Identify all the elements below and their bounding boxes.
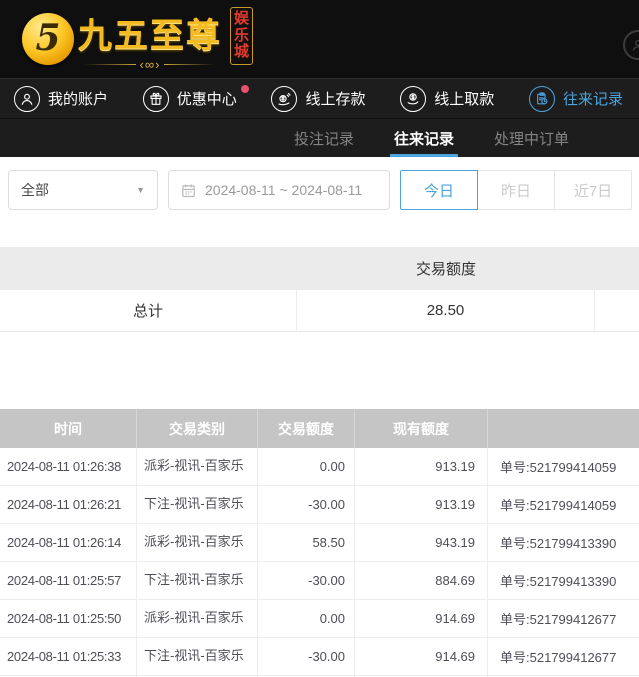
user-icon [14, 86, 40, 112]
col-header-type: 交易类别 [137, 409, 258, 448]
notification-dot-icon [241, 85, 249, 93]
main-nav: 我的账户 优惠中心 线上存款 线上取款 往来记录 [0, 78, 639, 118]
cell-amount: -30.00 [258, 562, 355, 599]
cell-type: 下注-视讯-百家乐 [137, 486, 258, 523]
cell-order: 单号:521799412677 [488, 638, 639, 675]
cell-amount: -30.00 [258, 486, 355, 523]
summary-amount-header: 交易额度 [297, 258, 595, 279]
table-row: 2024-08-11 01:26:21 下注-视讯-百家乐 -30.00 913… [0, 486, 639, 524]
nav-item-withdraw[interactable]: 线上取款 [400, 86, 494, 112]
cell-balance: 913.19 [355, 486, 488, 523]
yesterday-button[interactable]: 昨日 [477, 170, 555, 210]
today-button[interactable]: 今日 [400, 170, 478, 210]
logo-badge: 娱 乐 城 [230, 7, 253, 65]
cell-order: 单号:521799414059 [488, 486, 639, 523]
cell-time: 2024-08-11 01:26:14 [0, 524, 137, 561]
cell-balance: 913.19 [355, 448, 488, 485]
records-icon [529, 86, 555, 112]
cell-balance: 914.69 [355, 600, 488, 637]
cell-amount: 0.00 [258, 448, 355, 485]
col-header-time: 时间 [0, 409, 137, 448]
cell-amount: -30.00 [258, 638, 355, 675]
table-row: 2024-08-11 01:26:38 派彩-视讯-百家乐 0.00 913.1… [0, 448, 639, 486]
nav-label: 线上取款 [434, 88, 494, 109]
tab-label: 往来记录 [394, 128, 454, 149]
sub-tab-bar: 投注记录 往来记录 处理中订单 [0, 118, 639, 157]
type-select-value: 全部 [21, 180, 49, 200]
cell-type: 下注-视讯-百家乐 [137, 638, 258, 675]
brand-bar: 5 九五至尊 ‹∞› 娱 乐 城 [0, 0, 639, 78]
nav-label: 往来记录 [563, 88, 623, 109]
logo: 九五至尊 ‹∞› [78, 8, 222, 71]
logo-text: 九五至尊 [78, 8, 222, 57]
cell-time: 2024-08-11 01:26:21 [0, 486, 137, 523]
date-range-input[interactable]: 2024-08-11 ~ 2024-08-11 [168, 170, 390, 210]
cell-time: 2024-08-11 01:25:33 [0, 638, 137, 675]
cell-order: 单号:521799413390 [488, 562, 639, 599]
date-range-value: 2024-08-11 ~ 2024-08-11 [205, 182, 362, 198]
summary-total-label: 总计 [0, 290, 297, 331]
cell-order: 单号:521799412677 [488, 600, 639, 637]
nav-item-promotions[interactable]: 优惠中心 [143, 86, 237, 112]
nav-label: 优惠中心 [177, 88, 237, 109]
table-row: 2024-08-11 01:25:57 下注-视讯-百家乐 -30.00 884… [0, 562, 639, 600]
cell-time: 2024-08-11 01:26:38 [0, 448, 137, 485]
cell-balance: 914.69 [355, 638, 488, 675]
filter-bar: 全部 ▼ 2024-08-11 ~ 2024-08-11 今日 昨日 近7日 [0, 157, 639, 212]
nav-label: 我的账户 [48, 88, 108, 109]
nav-item-my-account[interactable]: 我的账户 [14, 86, 108, 112]
col-header-balance: 现有额度 [355, 409, 488, 448]
table-row: 2024-08-11 01:25:33 下注-视讯-百家乐 -30.00 914… [0, 638, 639, 676]
cell-time: 2024-08-11 01:25:50 [0, 600, 137, 637]
gift-icon [143, 86, 169, 112]
cell-type: 派彩-视讯-百家乐 [137, 524, 258, 561]
cell-order: 单号:521799413390 [488, 524, 639, 561]
quick-date-buttons: 今日 昨日 近7日 [400, 170, 632, 212]
flourish-ornament-icon: ‹∞› [84, 58, 217, 71]
nav-label: 线上存款 [305, 88, 365, 109]
tab-label: 投注记录 [294, 128, 354, 149]
cell-order: 单号:521799414059 [488, 448, 639, 485]
avatar-icon[interactable] [623, 30, 639, 60]
last-7-days-button[interactable]: 近7日 [554, 170, 632, 210]
cell-amount: 0.00 [258, 600, 355, 637]
col-header-order [488, 409, 639, 448]
brand-coin-icon: 5 [22, 13, 74, 65]
cell-balance: 884.69 [355, 562, 488, 599]
tab-pending-orders[interactable]: 处理中订单 [494, 119, 569, 157]
caret-down-icon: ▼ [136, 185, 145, 195]
calendar-icon [180, 182, 197, 199]
nav-item-deposit[interactable]: 线上存款 [271, 86, 365, 112]
cell-type: 下注-视讯-百家乐 [137, 562, 258, 599]
cell-amount: 58.50 [258, 524, 355, 561]
deposit-icon [271, 86, 297, 112]
coin-digit: 5 [35, 17, 60, 59]
summary-total-value: 28.50 [297, 290, 595, 331]
summary-table: 交易额度 总计 28.50 [0, 247, 639, 332]
cell-time: 2024-08-11 01:25:57 [0, 562, 137, 599]
table-row: 2024-08-11 01:25:50 派彩-视讯-百家乐 0.00 914.6… [0, 600, 639, 638]
summary-total-row: 总计 28.50 [0, 290, 639, 332]
withdraw-icon [400, 86, 426, 112]
col-header-amount: 交易额度 [258, 409, 355, 448]
cell-balance: 943.19 [355, 524, 488, 561]
tab-label: 处理中订单 [494, 128, 569, 149]
type-select[interactable]: 全部 ▼ [8, 170, 158, 210]
tab-transaction-records[interactable]: 往来记录 [394, 119, 454, 157]
tab-betting-records[interactable]: 投注记录 [294, 119, 354, 157]
cell-type: 派彩-视讯-百家乐 [137, 600, 258, 637]
records-table: 时间 交易类别 交易额度 现有额度 2024-08-11 01:26:38 派彩… [0, 409, 639, 677]
nav-item-transaction-records[interactable]: 往来记录 [529, 86, 623, 112]
table-row: 2024-08-11 01:26:14 派彩-视讯-百家乐 58.50 943.… [0, 524, 639, 562]
table-header-row: 时间 交易类别 交易额度 现有额度 [0, 409, 639, 448]
summary-header-row: 交易额度 [0, 247, 639, 290]
cell-type: 派彩-视讯-百家乐 [137, 448, 258, 485]
